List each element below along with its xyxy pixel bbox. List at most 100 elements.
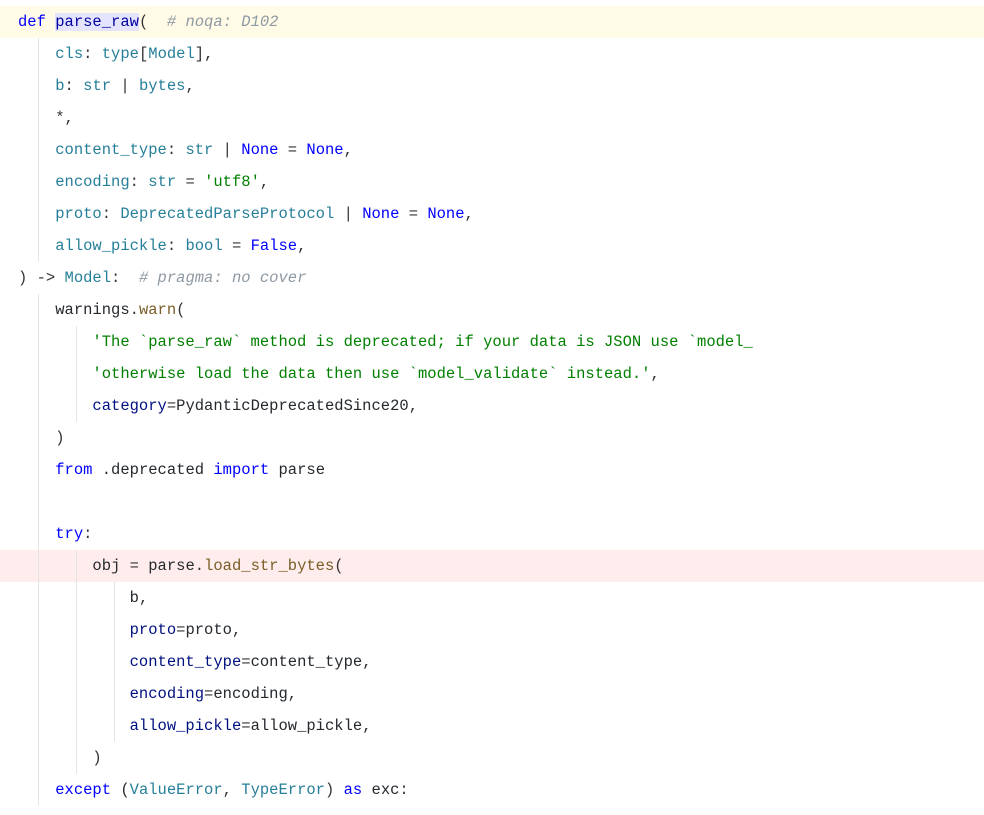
code-token (269, 461, 278, 479)
code-token: ) (55, 429, 64, 447)
code-line[interactable]: obj = parse.load_str_bytes( (0, 550, 984, 582)
code-line[interactable]: content_type=content_type, (0, 646, 984, 678)
code-line[interactable]: allow_pickle=allow_pickle, (0, 710, 984, 742)
code-token: , (362, 717, 371, 735)
code-line[interactable]: encoding: str = 'utf8', (0, 166, 984, 198)
code-token: allow_pickle (130, 717, 242, 735)
code-token: = (241, 717, 250, 735)
code-token: . (92, 461, 111, 479)
code-line[interactable]: 'The `parse_raw` method is deprecated; i… (0, 326, 984, 358)
code-token: . (195, 557, 204, 575)
code-token: proto (185, 621, 232, 639)
code-line[interactable]: 'otherwise load the data then use `model… (0, 358, 984, 390)
code-line[interactable]: content_type: str | None = None, (0, 134, 984, 166)
code-line[interactable]: from .deprecated import parse (0, 454, 984, 486)
code-token: str (148, 173, 176, 191)
code-token: deprecated (111, 461, 204, 479)
code-token: TypeError (241, 781, 325, 799)
code-token: b (130, 589, 139, 607)
code-token (18, 205, 55, 223)
code-token: : (399, 781, 408, 799)
code-token: ( (139, 13, 167, 31)
code-token: encoding (130, 685, 204, 703)
code-line[interactable]: allow_pickle: bool = False, (0, 230, 984, 262)
code-token: . (130, 301, 139, 319)
code-token: import (213, 461, 269, 479)
code-line[interactable]: encoding=encoding, (0, 678, 984, 710)
code-token: None (427, 205, 464, 223)
code-line[interactable]: try: (0, 518, 984, 550)
code-token (18, 77, 55, 95)
code-token: ValueError (130, 781, 223, 799)
code-token: except (55, 781, 111, 799)
code-token: str (185, 141, 213, 159)
code-token (18, 589, 130, 607)
code-token: , (409, 397, 418, 415)
code-line[interactable]: except (ValueError, TypeError) as exc: (0, 774, 984, 806)
code-token: str (83, 77, 111, 95)
code-token: False (251, 237, 298, 255)
code-line[interactable]: def parse_raw( # noqa: D102 (0, 6, 984, 38)
code-token: , (260, 173, 269, 191)
code-line[interactable]: ) -> Model: # pragma: no cover (0, 262, 984, 294)
code-token: ( (111, 781, 130, 799)
code-token: proto (55, 205, 102, 223)
code-token (204, 461, 213, 479)
code-token: Model (148, 45, 195, 63)
code-token: proto (130, 621, 177, 639)
code-token: encoding (55, 173, 129, 191)
code-token: bool (185, 237, 222, 255)
code-token: , (465, 205, 474, 223)
code-token: 'otherwise load the data then use `model… (92, 365, 650, 383)
code-token: obj (92, 557, 120, 575)
code-token: , (651, 365, 660, 383)
code-token: : (65, 77, 84, 95)
code-token: *, (55, 109, 74, 127)
code-token: try (55, 525, 83, 543)
code-line[interactable]: warnings.warn( (0, 294, 984, 326)
code-token: allow_pickle (251, 717, 363, 735)
code-token: def (18, 13, 55, 31)
code-token (18, 397, 92, 415)
code-line[interactable]: ) (0, 422, 984, 454)
code-token (18, 525, 55, 543)
code-token: exc (372, 781, 400, 799)
code-token: Model (65, 269, 112, 287)
code-token: , (288, 685, 297, 703)
code-token: : (83, 45, 102, 63)
code-token: encoding (213, 685, 287, 703)
code-token (18, 173, 55, 191)
code-token: ], (195, 45, 214, 63)
code-token: content_type (55, 141, 167, 159)
code-line[interactable]: b, (0, 582, 984, 614)
code-token: warn (139, 301, 176, 319)
code-token (362, 781, 371, 799)
code-token: , (223, 781, 242, 799)
code-token: DeprecatedParseProtocol (120, 205, 334, 223)
code-line[interactable] (0, 486, 984, 518)
code-token (18, 365, 92, 383)
code-token (18, 333, 92, 351)
code-token: 'utf8' (204, 173, 260, 191)
code-token (18, 45, 55, 63)
code-token: = (223, 237, 251, 255)
code-token: as (344, 781, 363, 799)
code-token: : (111, 269, 139, 287)
code-token: , (362, 653, 371, 671)
code-token (18, 141, 55, 159)
code-line[interactable]: proto: DeprecatedParseProtocol | None = … (0, 198, 984, 230)
code-viewer[interactable]: def parse_raw( # noqa: D102 cls: type[Mo… (0, 0, 984, 810)
code-token: 'The `parse_raw` method is deprecated; i… (92, 333, 752, 351)
code-line[interactable]: proto=proto, (0, 614, 984, 646)
code-line[interactable]: *, (0, 102, 984, 134)
code-token: : (130, 173, 149, 191)
code-line[interactable]: b: str | bytes, (0, 70, 984, 102)
code-token: , (185, 77, 194, 95)
code-token: parse (148, 557, 195, 575)
code-token: = (204, 685, 213, 703)
code-line[interactable]: cls: type[Model], (0, 38, 984, 70)
code-line[interactable]: ) (0, 742, 984, 774)
code-token: cls (55, 45, 83, 63)
code-token (18, 685, 130, 703)
code-line[interactable]: category=PydanticDeprecatedSince20, (0, 390, 984, 422)
